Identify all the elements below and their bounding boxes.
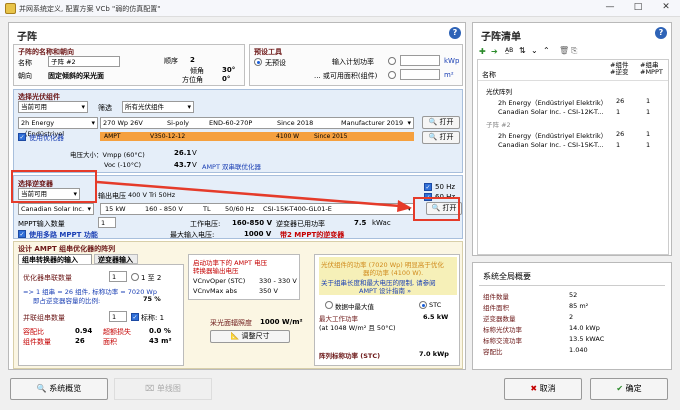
annotation-arrow	[96, 180, 412, 212]
